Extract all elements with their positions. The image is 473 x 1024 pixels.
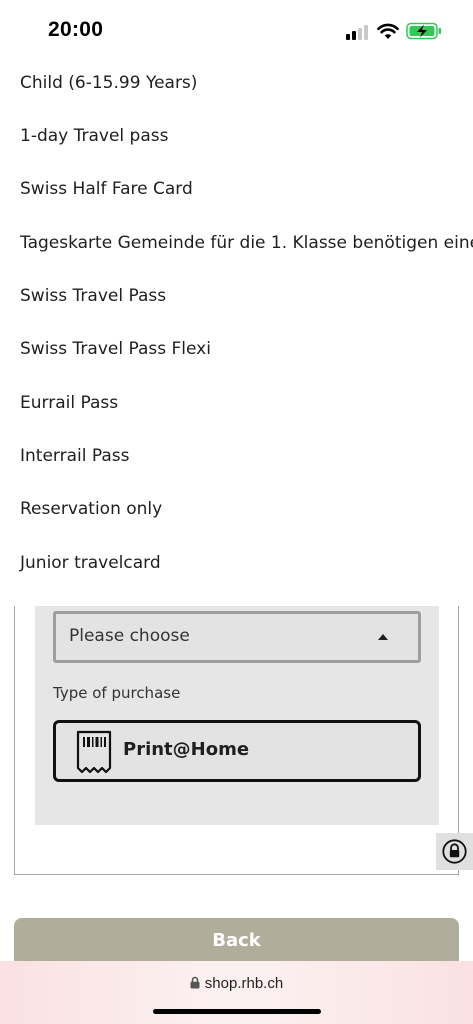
option-interrail-pass[interactable]: Interrail Pass <box>20 446 129 466</box>
print-at-home-label: Print@Home <box>123 739 250 760</box>
cellular-signal-icon <box>346 24 370 40</box>
option-tageskarte-gemeinde[interactable]: Tageskarte Gemeinde für die 1. Klasse be… <box>20 233 473 253</box>
wifi-icon <box>377 23 399 39</box>
option-eurrail-pass[interactable]: Eurrail Pass <box>20 393 118 413</box>
select-value: Please choose <box>69 626 190 646</box>
option-child[interactable]: Child (6-15.99 Years) <box>20 73 197 93</box>
option-swiss-half-fare-card[interactable]: Swiss Half Fare Card <box>20 179 193 199</box>
back-button-label: Back <box>212 930 261 951</box>
option-swiss-travel-pass[interactable]: Swiss Travel Pass <box>20 286 166 306</box>
ticket-receipt-icon <box>76 730 112 774</box>
url-display: shop.rhb.ch <box>0 975 473 992</box>
purchase-type-label: Type of purchase <box>53 684 181 702</box>
browser-url-bar[interactable]: shop.rhb.ch <box>0 961 473 1024</box>
option-1-day-travel-pass[interactable]: 1-day Travel pass <box>20 126 168 146</box>
lock-icon <box>190 976 200 989</box>
battery-charging-icon <box>406 22 441 40</box>
print-at-home-option[interactable]: Print@Home <box>53 720 421 782</box>
reduction-select[interactable]: Please choose <box>53 611 421 663</box>
lock-icon <box>442 839 467 864</box>
dropdown-option-list: Child (6-15.99 Years) 1-day Travel pass … <box>0 56 473 606</box>
ticket-form-panel: Please choose Type of purchase Print@Hom… <box>14 606 459 875</box>
option-reservation-only[interactable]: Reservation only <box>20 499 162 519</box>
home-indicator[interactable] <box>153 1009 321 1014</box>
privacy-lock-button[interactable] <box>436 833 473 870</box>
form-section: Please choose Type of purchase Print@Hom… <box>35 606 439 825</box>
status-bar: 20:00 <box>0 0 473 60</box>
option-junior-travelcard[interactable]: Junior travelcard <box>20 553 161 573</box>
status-time: 20:00 <box>48 18 104 41</box>
option-swiss-travel-pass-flexi[interactable]: Swiss Travel Pass Flexi <box>20 339 211 359</box>
caret-up-icon <box>378 634 388 640</box>
url-text: shop.rhb.ch <box>204 975 284 992</box>
